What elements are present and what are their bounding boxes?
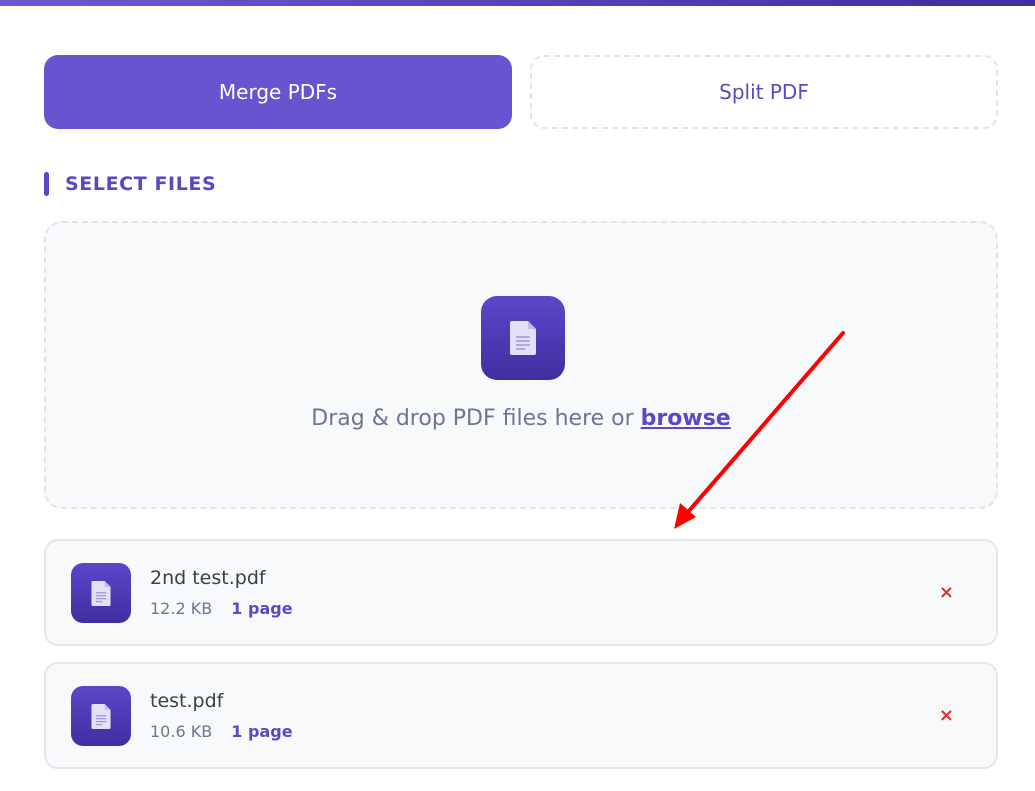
file-meta: 12.2 KB 1 page (150, 599, 293, 618)
remove-file-button[interactable]: × (939, 581, 954, 605)
pdf-file-icon (71, 563, 131, 623)
tab-split-pdf[interactable]: Split PDF (530, 55, 998, 129)
document-icon (481, 296, 565, 380)
top-accent-bar (0, 0, 1035, 6)
section-title: SELECT FILES (65, 173, 217, 195)
file-page-count: 1 page (231, 722, 293, 741)
file-item: test.pdf 10.6 KB 1 page × (44, 662, 998, 769)
pdf-file-icon (71, 686, 131, 746)
dropzone-text: Drag & drop PDF files here or (311, 406, 641, 431)
section-header: SELECT FILES (44, 172, 216, 196)
file-dropzone[interactable]: Drag & drop PDF files here or browse (44, 221, 998, 509)
file-name: 2nd test.pdf (150, 567, 266, 589)
file-size: 10.6 KB (150, 722, 213, 741)
file-item: 2nd test.pdf 12.2 KB 1 page × (44, 539, 998, 646)
file-page-count: 1 page (231, 599, 293, 618)
file-size: 12.2 KB (150, 599, 213, 618)
file-name: test.pdf (150, 690, 224, 712)
remove-file-button[interactable]: × (939, 704, 954, 728)
section-accent-bar (44, 172, 49, 196)
file-meta: 10.6 KB 1 page (150, 722, 293, 741)
dropzone-instructions: Drag & drop PDF files here or browse (46, 406, 996, 431)
tab-merge-pdfs[interactable]: Merge PDFs (44, 55, 512, 129)
browse-link[interactable]: browse (641, 406, 731, 431)
